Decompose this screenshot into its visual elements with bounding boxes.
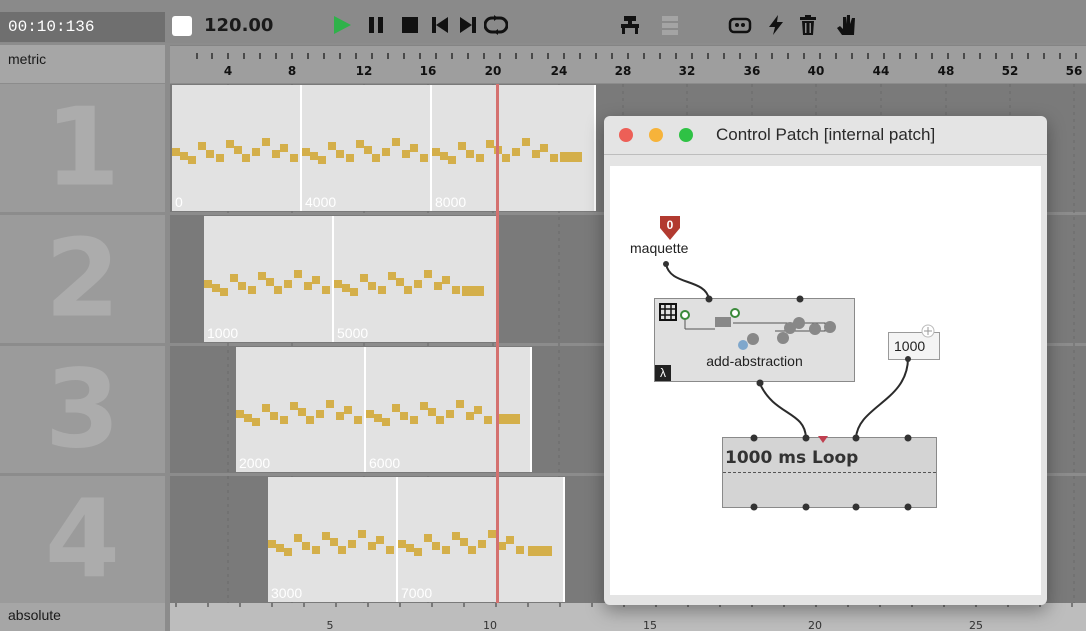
playhead-cursor[interactable] [496,84,499,603]
minimize-button[interactable] [649,128,663,142]
window-title: Control Patch [internal patch] [716,125,936,144]
zoom-button[interactable] [679,128,693,142]
absolute-tick-label: 20 [808,619,822,631]
absolute-tick-label: 15 [643,619,657,631]
absolute-tick-label: 5 [327,619,334,631]
absolute-ruler-label: absolute [0,603,165,631]
patch-canvas[interactable]: 0 maquette add-abstraction λ 1000 1000 m… [610,166,1041,595]
close-button[interactable] [619,128,633,142]
absolute-ruler[interactable]: 5 10 15 20 25 [170,603,1086,631]
absolute-tick-label: 25 [969,619,983,631]
loop-ports [663,261,912,511]
control-patch-window[interactable]: Control Patch [internal patch] 0 maquett… [604,116,1047,605]
absolute-tick-label: 10 [483,619,497,631]
